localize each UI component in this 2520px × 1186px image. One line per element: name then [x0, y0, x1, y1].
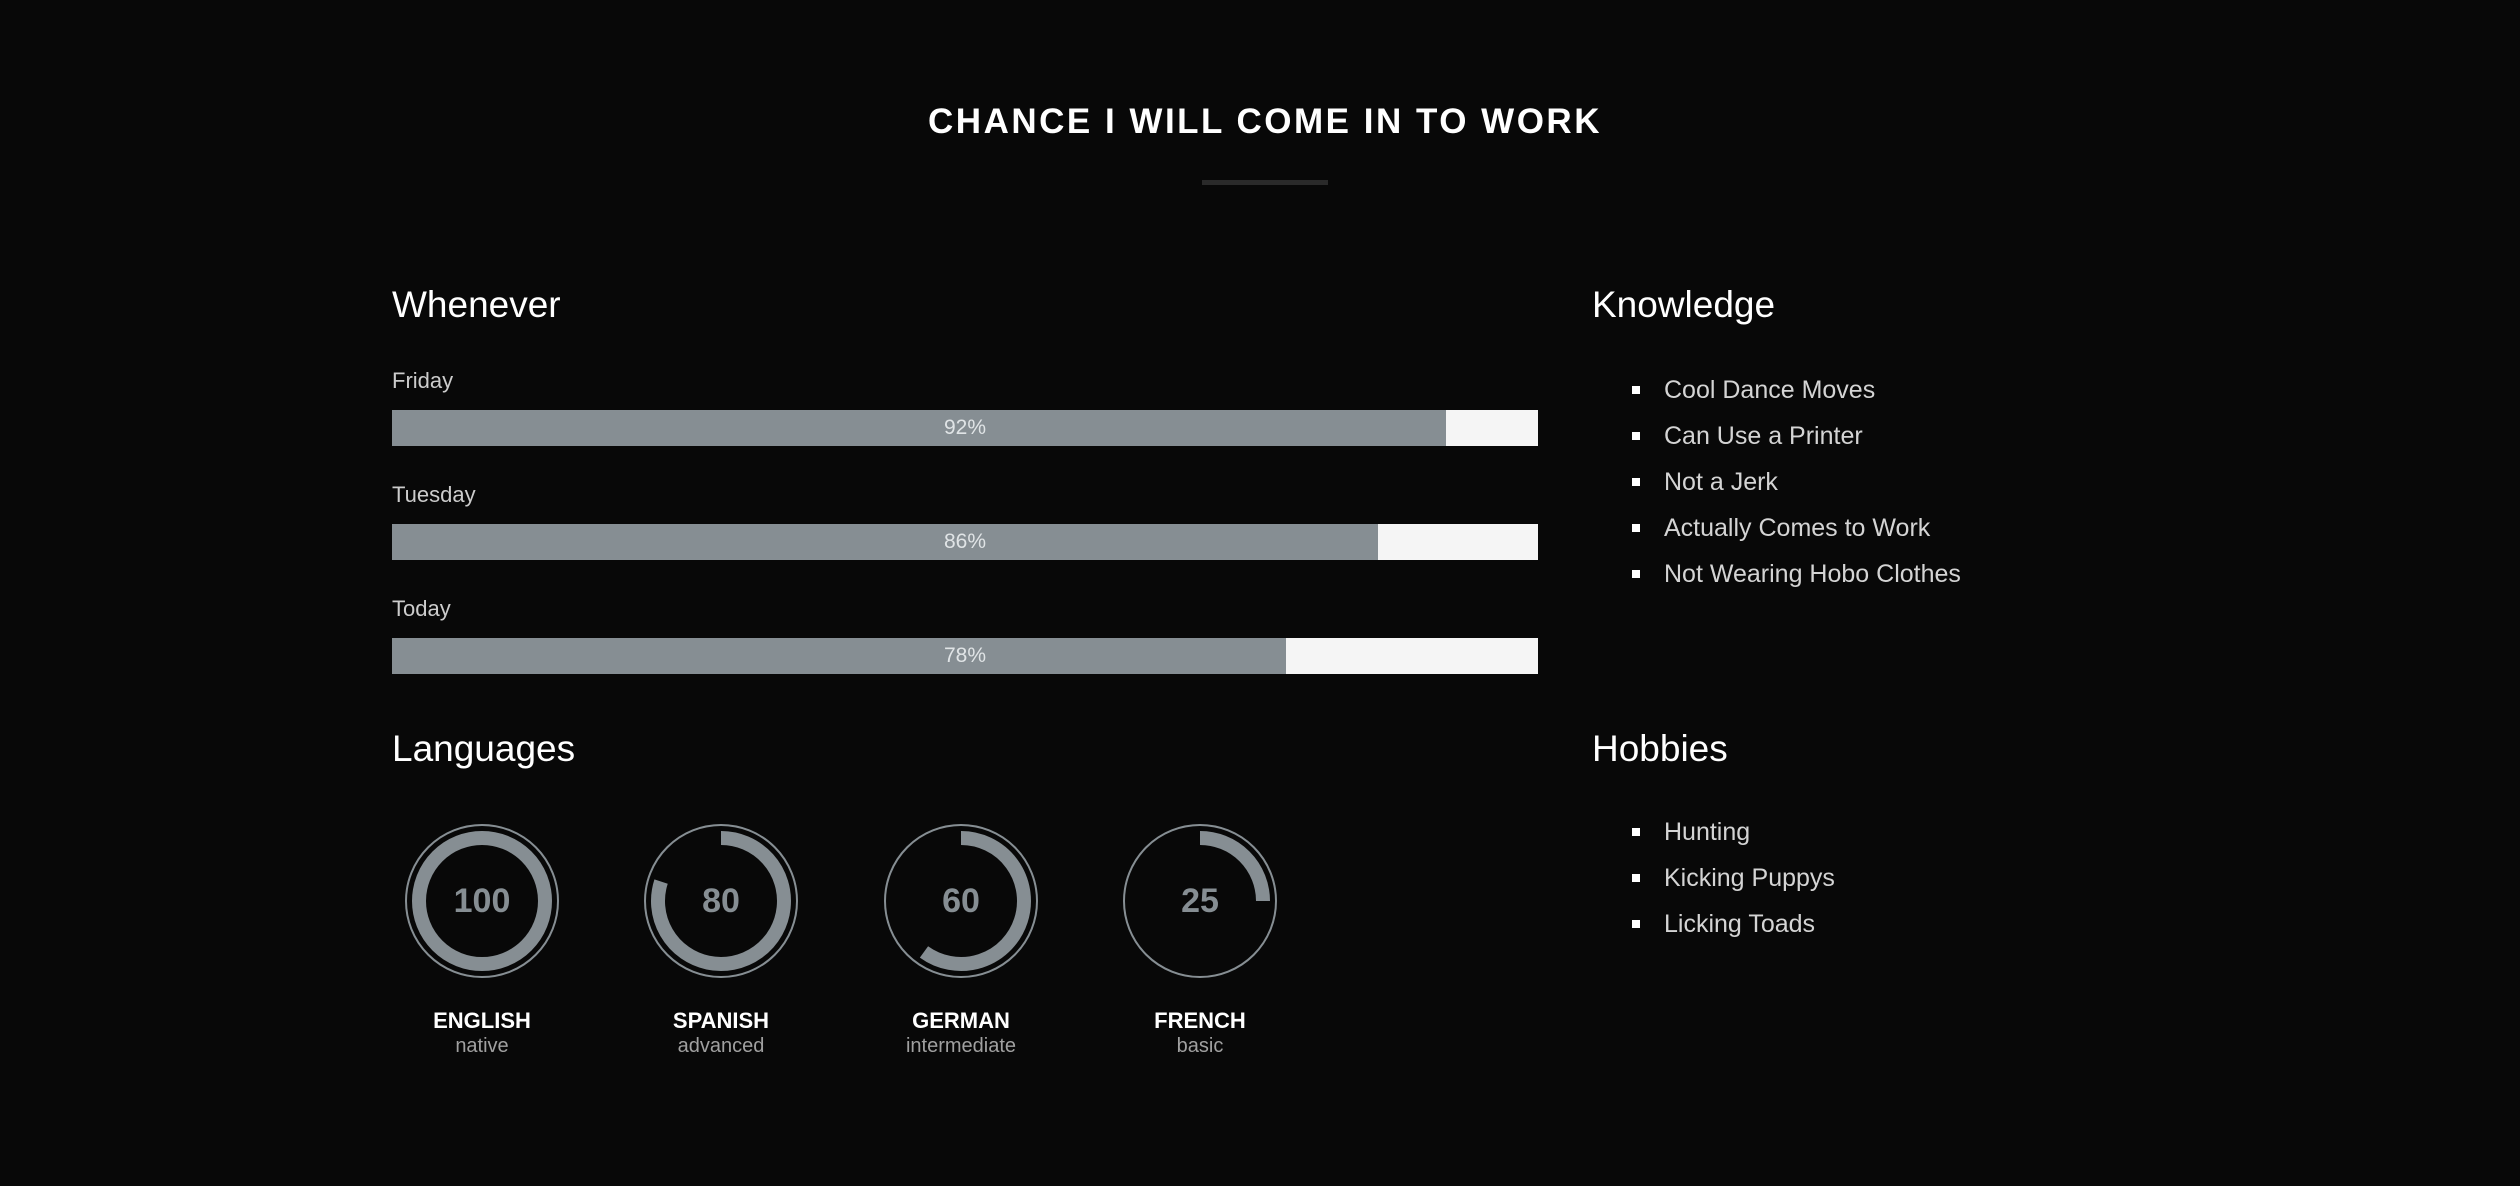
progress-bar-friday: 92%	[392, 410, 1538, 446]
language-name-german: GERMAN	[912, 1008, 1010, 1033]
language-value-english: 100	[454, 882, 511, 920]
language-name-spanish: SPANISH	[672, 1008, 770, 1033]
language-spanish: 80 SPANISH advanced	[641, 822, 801, 1058]
progress-value-tuesday: 86%	[943, 530, 987, 553]
language-french: 25 FRENCH basic	[1120, 822, 1280, 1058]
language-ring-english: 100	[405, 824, 559, 978]
bullet-icon	[1632, 828, 1640, 836]
knowledge-item-label: Cool Dance Moves	[1664, 376, 1876, 404]
hobby-item-label: Licking Toads	[1664, 910, 1816, 938]
knowledge-item-label: Actually Comes to Work	[1664, 514, 1931, 542]
hobby-item-label: Hunting	[1664, 818, 1751, 846]
languages-heading: Languages	[392, 728, 576, 769]
bullet-icon	[1632, 432, 1640, 440]
language-level-spanish: advanced	[677, 1035, 765, 1058]
language-name-french: FRENCH	[1154, 1008, 1246, 1033]
hobby-item-label: Kicking Puppys	[1664, 864, 1835, 892]
hobby-item: Licking Toads	[1632, 909, 1835, 955]
bullet-icon	[1632, 570, 1640, 578]
language-english: 100 ENGLISH native	[402, 822, 562, 1058]
knowledge-item: Actually Comes to Work	[1632, 513, 1961, 559]
language-level-french: basic	[1176, 1035, 1224, 1058]
language-ring-french: 25	[1123, 824, 1277, 978]
language-value-german: 60	[942, 882, 980, 920]
language-german: 60 GERMAN intermediate	[881, 822, 1041, 1058]
progress-value-friday: 92%	[943, 416, 987, 439]
hobbies-list: Hunting Kicking Puppys Licking Toads	[1632, 817, 1835, 955]
knowledge-item: Not Wearing Hobo Clothes	[1632, 559, 1961, 605]
whenever-heading: Whenever	[392, 284, 561, 325]
bullet-icon	[1632, 920, 1640, 928]
bar-label-today: Today	[392, 596, 451, 621]
language-value-spanish: 80	[702, 882, 740, 920]
bullet-icon	[1632, 386, 1640, 394]
bar-label-friday: Friday	[392, 368, 454, 393]
progress-bar-today: 78%	[392, 638, 1538, 674]
language-level-english: native	[455, 1035, 509, 1058]
language-ring-german: 60	[884, 824, 1038, 978]
knowledge-item-label: Not Wearing Hobo Clothes	[1664, 560, 1961, 588]
knowledge-item-label: Not a Jerk	[1664, 468, 1778, 496]
bar-label-tuesday: Tuesday	[392, 482, 476, 507]
hobby-item: Hunting	[1632, 817, 1835, 863]
hobbies-heading: Hobbies	[1592, 728, 1728, 769]
progress-value-today: 78%	[943, 644, 987, 667]
bullet-icon	[1632, 478, 1640, 486]
language-value-french: 25	[1181, 882, 1219, 920]
title-divider	[1202, 180, 1328, 185]
page-title: CHANCE I WILL COME IN TO WORK	[928, 102, 1602, 141]
bullet-icon	[1632, 524, 1640, 532]
knowledge-item: Not a Jerk	[1632, 467, 1961, 513]
progress-bar-tuesday: 86%	[392, 524, 1538, 560]
knowledge-item: Cool Dance Moves	[1632, 375, 1961, 421]
knowledge-item: Can Use a Printer	[1632, 421, 1961, 467]
knowledge-heading: Knowledge	[1592, 284, 1776, 325]
language-level-german: intermediate	[905, 1035, 1017, 1058]
knowledge-list: Cool Dance Moves Can Use a Printer Not a…	[1632, 375, 1961, 605]
language-ring-spanish: 80	[644, 824, 798, 978]
knowledge-item-label: Can Use a Printer	[1664, 422, 1863, 450]
hobby-item: Kicking Puppys	[1632, 863, 1835, 909]
language-name-english: ENGLISH	[433, 1008, 531, 1033]
bullet-icon	[1632, 874, 1640, 882]
